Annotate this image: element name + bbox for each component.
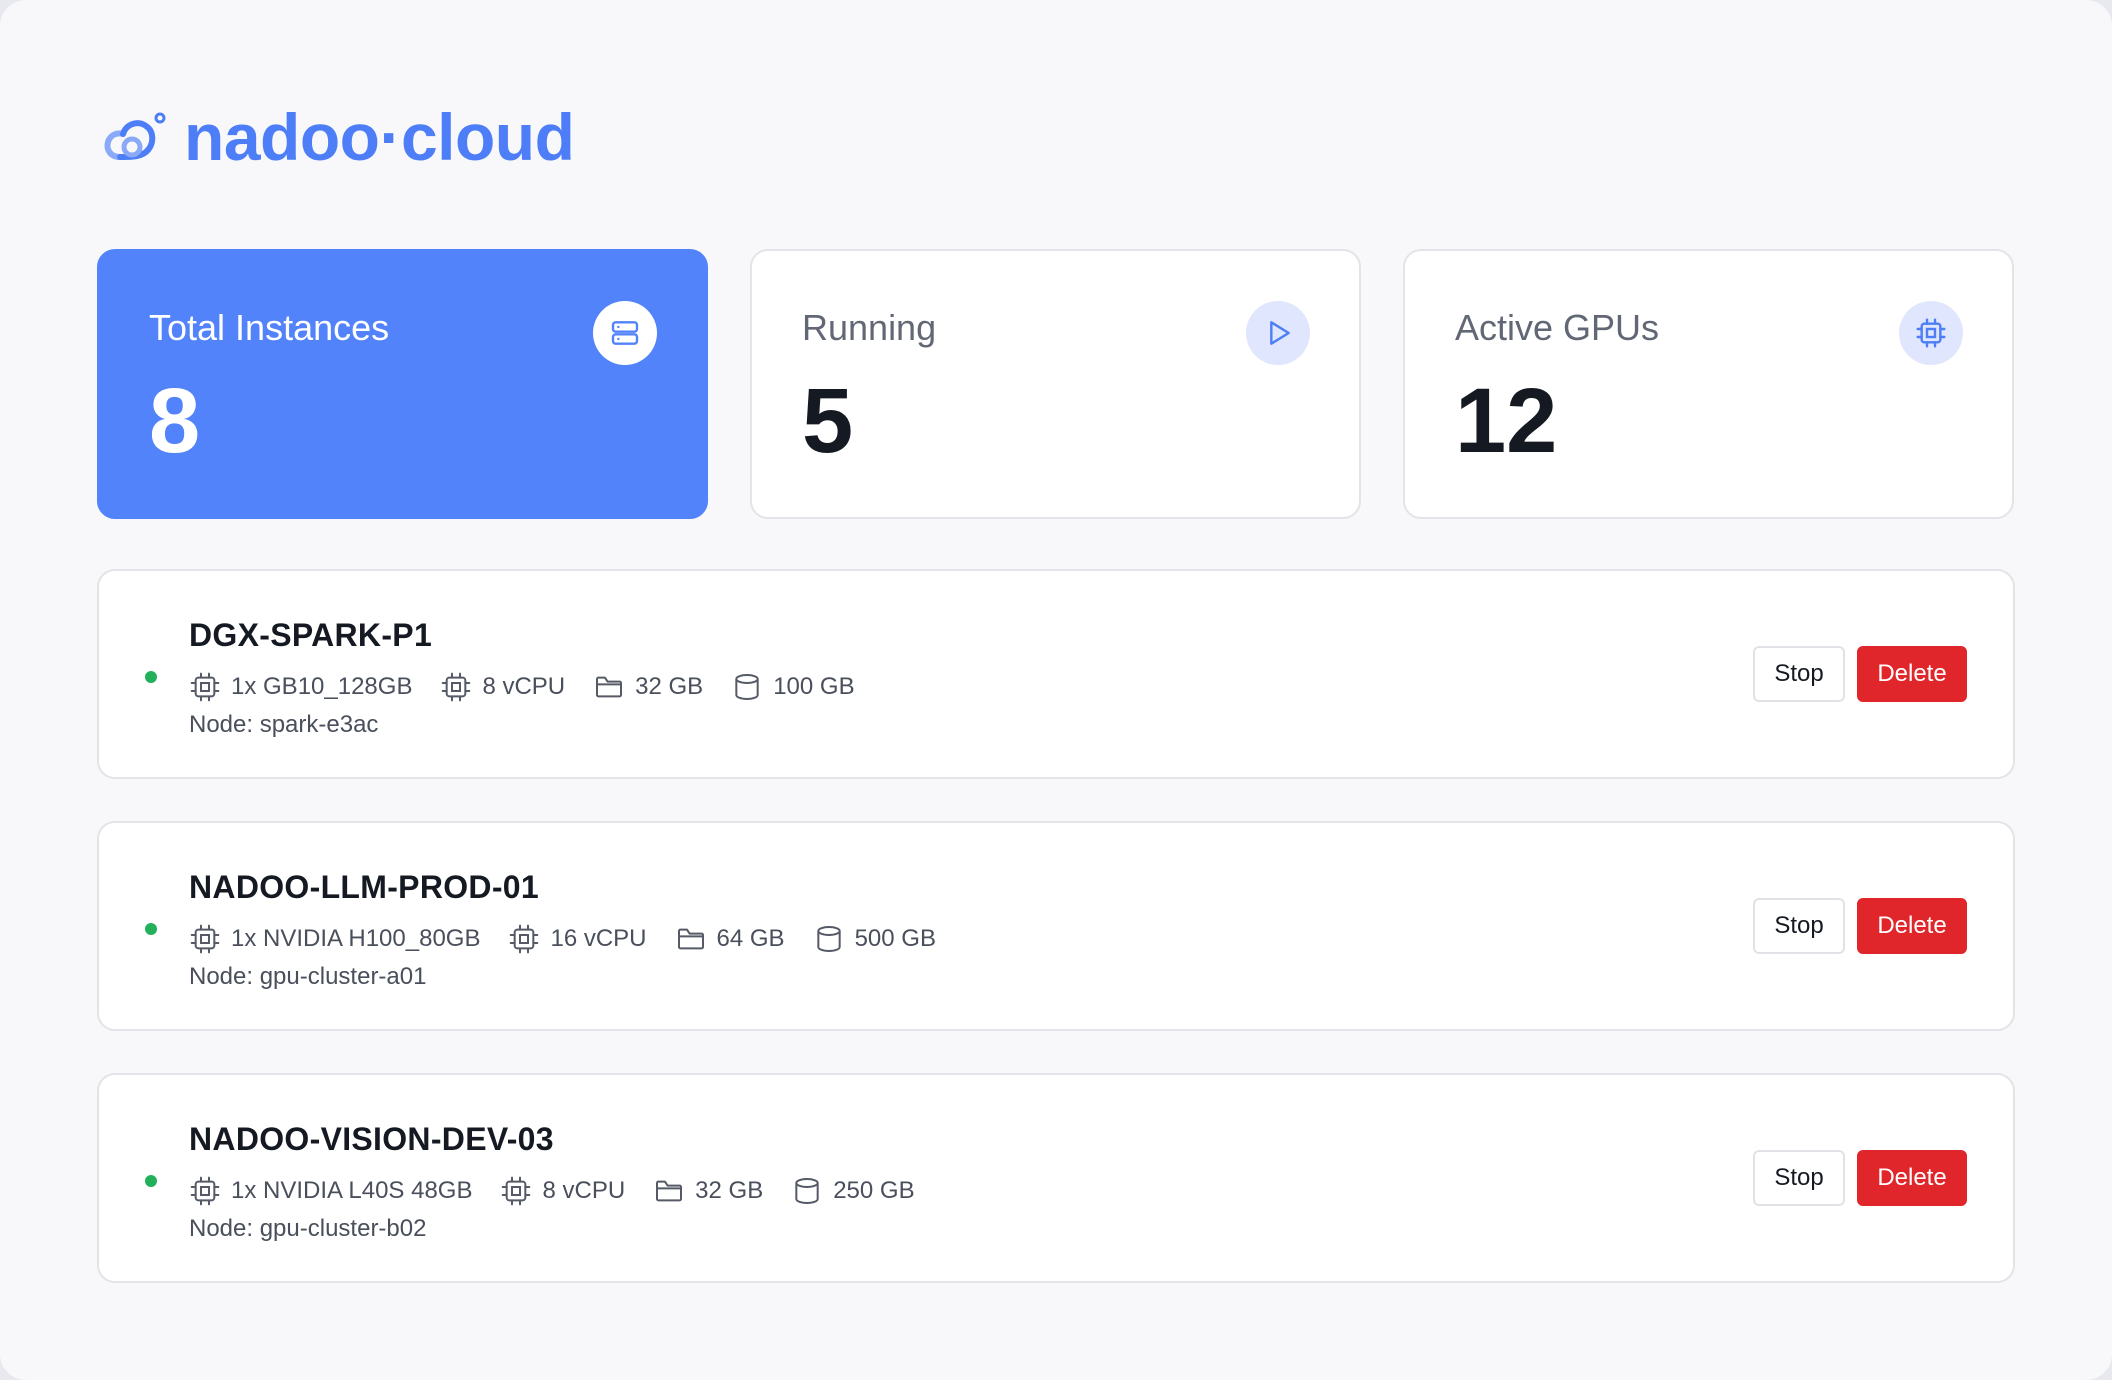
instance-actions: Stop Delete [1753, 898, 1967, 954]
spec-storage-value: 250 GB [833, 1177, 915, 1204]
instance-specs: 1x NVIDIA H100_80GB 16 vCPU 64 GB 500 GB [189, 923, 936, 955]
stop-button[interactable]: Stop [1753, 646, 1845, 702]
stat-value: 12 [1455, 370, 1558, 472]
instance-card[interactable]: NADOO-LLM-PROD-01 1x NVIDIA H100_80GB 16… [97, 821, 2015, 1031]
chip-icon [1899, 301, 1963, 365]
brand-name: nadoo·cloud [184, 100, 575, 174]
status-dot [145, 1175, 157, 1187]
stat-label: Running [802, 307, 937, 348]
chip-icon [190, 1176, 220, 1206]
instance-specs: 1x NVIDIA L40S 48GB 8 vCPU 32 GB 250 GB [189, 1175, 915, 1207]
spec-storage-value: 500 GB [854, 925, 936, 952]
spec-cpu: 8 vCPU [440, 671, 565, 703]
spec-memory-value: 32 GB [635, 673, 704, 700]
instance-name: NADOO-LLM-PROD-01 [189, 869, 539, 905]
instance-name: DGX-SPARK-P1 [189, 617, 433, 653]
spec-storage: 100 GB [731, 671, 855, 703]
stats-row: Total Instances 8 Running 5 Active GPUs … [97, 249, 2014, 519]
server-icon [593, 301, 657, 365]
spec-cpu-value: 8 vCPU [482, 673, 566, 700]
spec-cpu-value: 8 vCPU [542, 1177, 626, 1204]
instance-node: Node: spark-e3ac [189, 711, 379, 738]
spec-storage: 500 GB [813, 923, 936, 955]
spec-cpu: 8 vCPU [500, 1175, 625, 1207]
database-icon [735, 674, 759, 701]
spec-memory: 64 GB [675, 923, 785, 955]
delete-button[interactable]: Delete [1857, 898, 1967, 954]
stat-value: 8 [149, 370, 201, 472]
spec-memory-value: 64 GB [716, 925, 785, 952]
cpu-icon [502, 1176, 531, 1206]
instance-name: NADOO-VISION-DEV-03 [189, 1121, 554, 1157]
stat-card-total-instances[interactable]: Total Instances 8 [97, 249, 708, 519]
cpu-icon [442, 672, 471, 702]
database-icon [795, 1178, 819, 1205]
spec-storage-value: 100 GB [773, 673, 855, 700]
folder-icon [677, 928, 704, 950]
stat-value: 5 [802, 370, 854, 472]
spec-cpu-value: 16 vCPU [550, 925, 647, 952]
delete-button[interactable]: Delete [1857, 1150, 1967, 1206]
spec-gpu-value: 1x GB10_128GB [231, 673, 413, 700]
play-icon [1246, 301, 1310, 365]
folder-icon [596, 676, 623, 698]
spec-gpu: 1x GB10_128GB [189, 671, 412, 703]
stat-card-running[interactable]: Running 5 [750, 249, 1361, 519]
spec-storage: 250 GB [791, 1175, 915, 1207]
database-icon [816, 926, 841, 953]
chip-icon [190, 924, 220, 954]
instance-actions: Stop Delete [1753, 646, 1967, 702]
spec-gpu-value: 1x NVIDIA L40S 48GB [231, 1177, 473, 1204]
chip-icon [190, 672, 220, 702]
stat-label: Active GPUs [1455, 307, 1660, 348]
instance-node: Node: gpu-cluster-b02 [189, 1215, 427, 1242]
instance-list: DGX-SPARK-P1 1x GB10_128GB 8 vCPU 32 GB … [97, 569, 2015, 1283]
stat-label: Total Instances [149, 307, 390, 348]
spec-memory: 32 GB [653, 1175, 763, 1207]
brand-logo[interactable]: nadoo·cloud [102, 100, 575, 174]
app-window: nadoo·cloud Total Instances 8 Running 5 [0, 0, 2112, 1380]
stat-card-active-gpus[interactable]: Active GPUs 12 [1403, 249, 2014, 519]
spec-gpu-value: 1x NVIDIA H100_80GB [231, 925, 481, 952]
spec-memory-value: 32 GB [695, 1177, 764, 1204]
spec-gpu: 1x NVIDIA H100_80GB [189, 923, 480, 955]
cpu-icon [510, 924, 539, 954]
instance-card[interactable]: NADOO-VISION-DEV-03 1x NVIDIA L40S 48GB … [97, 1073, 2015, 1283]
instance-actions: Stop Delete [1753, 1150, 1967, 1206]
spec-cpu: 16 vCPU [508, 923, 647, 955]
status-dot [145, 923, 157, 935]
spec-memory: 32 GB [593, 671, 703, 703]
stop-button[interactable]: Stop [1753, 898, 1845, 954]
delete-button[interactable]: Delete [1857, 646, 1967, 702]
stop-button[interactable]: Stop [1753, 1150, 1845, 1206]
status-dot [145, 671, 157, 683]
instance-specs: 1x GB10_128GB 8 vCPU 32 GB 100 GB [189, 671, 855, 703]
instance-node: Node: gpu-cluster-a01 [189, 963, 427, 990]
folder-icon [656, 1180, 683, 1202]
instance-card[interactable]: DGX-SPARK-P1 1x GB10_128GB 8 vCPU 32 GB … [97, 569, 2015, 779]
cloud-logo-icon [104, 112, 166, 160]
spec-gpu: 1x NVIDIA L40S 48GB [189, 1175, 472, 1207]
